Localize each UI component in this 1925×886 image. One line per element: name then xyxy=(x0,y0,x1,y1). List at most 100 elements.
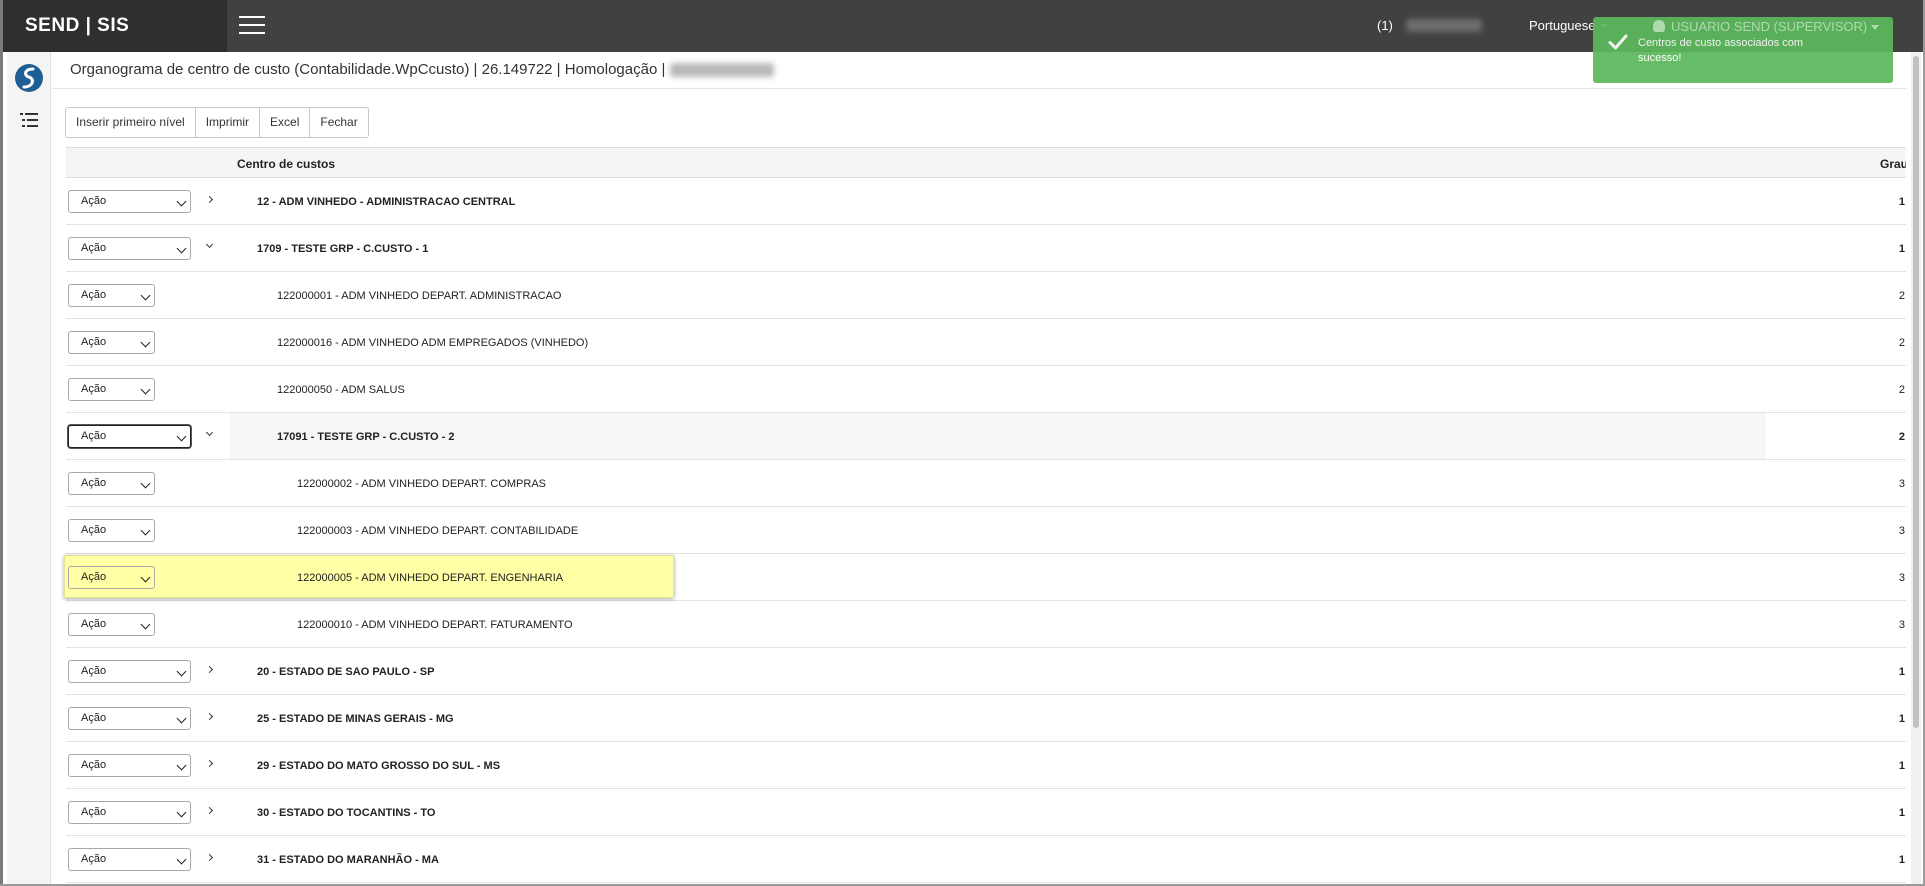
table-row-selected[interactable]: Ação 17091 - TESTE GRP - C.CUSTO - 2 2 xyxy=(66,413,1906,460)
action-select[interactable]: Ação xyxy=(68,848,191,871)
main-content: Organograma de centro de custo (Contabil… xyxy=(52,52,1906,884)
excel-button[interactable]: Excel xyxy=(259,107,311,138)
table-row[interactable]: Ação 20 - ESTADO DE SAO PAULO - SP 1 xyxy=(66,648,1906,695)
cost-center-grid: Centro de custos Grau Ação 12 - ADM VINH… xyxy=(64,147,1906,883)
cost-center-name: 122000010 - ADM VINHEDO DEPART. FATURAME… xyxy=(297,619,573,631)
action-select[interactable]: Ação xyxy=(68,331,155,354)
table-row[interactable]: Ação 122000010 - ADM VINHEDO DEPART. FAT… xyxy=(66,601,1906,648)
user-name: USUARIO SEND (SUPERVISOR) xyxy=(1671,19,1868,34)
chevron-down-icon xyxy=(176,196,187,207)
action-select-value: Ação xyxy=(81,477,107,489)
grau-value: 3 xyxy=(1898,478,1905,490)
chevron-down-icon xyxy=(176,760,187,771)
table-row[interactable]: Ação 31 - ESTADO DO MARANHÃO - MA 1 xyxy=(66,836,1906,883)
chevron-down-icon xyxy=(140,384,151,395)
chevron-down-icon xyxy=(1871,25,1880,31)
insert-first-level-button[interactable]: Inserir primeiro nível xyxy=(65,107,196,138)
chevron-down-icon xyxy=(176,666,187,677)
chevron-down-icon xyxy=(140,478,151,489)
action-select[interactable]: Ação xyxy=(68,566,155,589)
table-row[interactable]: Ação 122000002 - ADM VINHEDO DEPART. COM… xyxy=(66,460,1906,507)
blurred-environment xyxy=(669,63,774,78)
action-select[interactable]: Ação xyxy=(68,519,155,542)
chevron-down-icon xyxy=(176,431,187,442)
action-select[interactable]: Ação xyxy=(68,237,191,260)
notifications-badge[interactable]: (1) xyxy=(1377,18,1393,33)
cost-center-name: 122000001 - ADM VINHEDO DEPART. ADMINIST… xyxy=(277,290,562,302)
brand-logo-text[interactable]: SEND | SIS xyxy=(3,0,227,52)
action-select-value: Ação xyxy=(81,853,107,865)
close-button[interactable]: Fechar xyxy=(309,107,369,138)
table-row[interactable]: Ação 122000016 - ADM VINHEDO ADM EMPREGA… xyxy=(66,319,1906,366)
grau-value: 1 xyxy=(1898,666,1905,678)
table-row[interactable]: Ação 122000050 - ADM SALUS 2 xyxy=(66,366,1906,413)
tree-list-icon[interactable] xyxy=(19,112,39,128)
table-row[interactable]: Ação 122000001 - ADM VINHEDO DEPART. ADM… xyxy=(66,272,1906,319)
action-select-value: Ação xyxy=(81,665,107,677)
action-select-value: Ação xyxy=(81,712,107,724)
action-select-value: Ação xyxy=(81,524,107,536)
cost-center-name: 17091 - TESTE GRP - C.CUSTO - 2 xyxy=(277,431,455,443)
action-select[interactable]: Ação xyxy=(68,613,155,636)
expand-chevron-icon[interactable] xyxy=(205,712,214,721)
page-title-row: Organograma de centro de custo (Contabil… xyxy=(52,52,1906,89)
action-select[interactable]: Ação xyxy=(68,472,155,495)
vertical-scrollbar[interactable] xyxy=(1911,52,1921,884)
grau-value: 2 xyxy=(1898,290,1905,302)
expand-chevron-icon[interactable] xyxy=(205,195,214,204)
logo-icon[interactable] xyxy=(13,62,45,94)
expand-chevron-icon[interactable] xyxy=(205,853,214,862)
table-row[interactable]: Ação 1709 - TESTE GRP - C.CUSTO - 1 1 xyxy=(66,225,1906,272)
action-select-value: Ação xyxy=(81,618,107,630)
cost-center-name: 122000005 - ADM VINHEDO DEPART. ENGENHAR… xyxy=(297,572,564,584)
chevron-down-icon xyxy=(176,854,187,865)
cost-center-name: 122000050 - ADM SALUS xyxy=(277,384,405,396)
column-header-grau[interactable]: Grau xyxy=(1880,157,1906,171)
grau-value: 2 xyxy=(1898,384,1905,396)
grau-value: 1 xyxy=(1898,807,1905,819)
table-row[interactable]: Ação 122000003 - ADM VINHEDO DEPART. CON… xyxy=(66,507,1906,554)
action-select[interactable]: Ação xyxy=(68,425,191,448)
scrollbar-thumb[interactable] xyxy=(1913,56,1919,728)
table-row[interactable]: Ação 12 - ADM VINHEDO - ADMINISTRACAO CE… xyxy=(66,178,1906,225)
action-select[interactable]: Ação xyxy=(68,754,191,777)
action-select[interactable]: Ação xyxy=(68,660,191,683)
blurred-username xyxy=(1406,19,1482,32)
action-select[interactable]: Ação xyxy=(68,707,191,730)
action-select-value: Ação xyxy=(81,383,107,395)
check-icon xyxy=(1608,34,1628,50)
action-select[interactable]: Ação xyxy=(68,801,191,824)
expand-chevron-icon[interactable] xyxy=(205,806,214,815)
table-row[interactable]: Ação 30 - ESTADO DO TOCANTINS - TO 1 xyxy=(66,789,1906,836)
chevron-down-icon xyxy=(176,243,187,254)
chevron-down-icon xyxy=(140,290,151,301)
action-select-value: Ação xyxy=(81,571,107,583)
cost-center-name: 122000016 - ADM VINHEDO ADM EMPREGADOS (… xyxy=(277,337,589,349)
action-select-value: Ação xyxy=(81,242,107,254)
user-menu[interactable]: USUARIO SEND (SUPERVISOR) xyxy=(1653,19,1880,34)
cost-center-name: 122000002 - ADM VINHEDO DEPART. COMPRAS xyxy=(297,478,547,490)
grau-value: 1 xyxy=(1898,196,1905,208)
cost-center-name: 30 - ESTADO DO TOCANTINS - TO xyxy=(257,807,436,819)
collapse-chevron-icon[interactable] xyxy=(205,240,214,249)
expand-chevron-icon[interactable] xyxy=(205,665,214,674)
action-select-value: Ação xyxy=(81,336,107,348)
chevron-down-icon xyxy=(176,713,187,724)
grau-value: 3 xyxy=(1898,619,1905,631)
grau-value: 1 xyxy=(1898,243,1905,255)
cost-center-name: 20 - ESTADO DE SAO PAULO - SP xyxy=(257,666,435,678)
action-select[interactable]: Ação xyxy=(68,190,191,213)
hamburger-icon[interactable] xyxy=(239,16,265,36)
action-select[interactable]: Ação xyxy=(68,378,155,401)
column-header-cost-center[interactable]: Centro de custos xyxy=(237,157,335,171)
chevron-down-icon xyxy=(140,337,151,348)
table-row[interactable]: Ação 29 - ESTADO DO MATO GROSSO DO SUL -… xyxy=(66,742,1906,789)
grau-value: 3 xyxy=(1898,572,1905,584)
table-row-highlighted[interactable]: Ação 122000005 - ADM VINHEDO DEPART. ENG… xyxy=(64,554,1906,601)
print-button[interactable]: Imprimir xyxy=(194,107,261,138)
grau-value: 2 xyxy=(1898,431,1905,443)
page-title: Organograma de centro de custo (Contabil… xyxy=(70,61,666,78)
table-row[interactable]: Ação 25 - ESTADO DE MINAS GERAIS - MG 1 xyxy=(66,695,1906,742)
expand-chevron-icon[interactable] xyxy=(205,759,214,768)
action-select[interactable]: Ação xyxy=(68,284,155,307)
